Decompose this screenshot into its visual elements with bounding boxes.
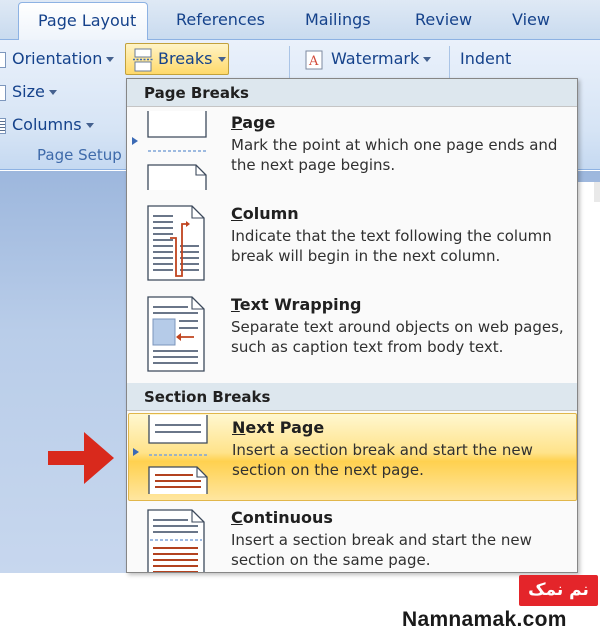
orientation-button[interactable]: Orientation	[0, 49, 115, 68]
menu-item-next-page-section-break[interactable]: Next Page Insert a section break and sta…	[128, 413, 577, 501]
orientation-label: Orientation	[12, 49, 103, 68]
breaks-icon	[133, 48, 153, 72]
menu-item-title: Text Wrapping	[231, 295, 362, 314]
columns-icon	[0, 117, 6, 134]
annotation-arrow-icon	[48, 432, 114, 484]
text-wrapping-icon	[147, 296, 205, 372]
tab-references[interactable]: References	[176, 0, 265, 40]
columns-button[interactable]: Columns	[0, 115, 94, 134]
breaks-dropdown-menu: Page Breaks Page Mark the point at which…	[126, 78, 578, 573]
menu-item-description: Mark the point at which one page ends an…	[231, 136, 558, 174]
page-break-icon	[147, 111, 207, 190]
menu-item-description: Insert a section break and start the new…	[232, 441, 533, 479]
chevron-down-icon	[48, 90, 57, 95]
watermark-button[interactable]: A Watermark	[305, 49, 432, 70]
menu-item-description: Separate text around objects on web page…	[231, 318, 564, 356]
ribbon-group-label: Page Setup	[37, 146, 122, 164]
ruler-marker	[594, 182, 600, 202]
menu-item-title: Page	[231, 113, 276, 132]
chevron-down-icon	[218, 57, 226, 62]
menu-item-title: Continuous	[231, 508, 333, 527]
document-page[interactable]	[575, 182, 600, 573]
tab-view[interactable]: View	[512, 0, 550, 40]
size-button[interactable]: Size	[0, 82, 57, 101]
menu-item-title: Column	[231, 204, 299, 223]
chevron-down-icon	[106, 57, 115, 62]
menu-item-column-break[interactable]: Column Indicate that the text following …	[128, 200, 577, 288]
menu-item-description: Insert a section break and start the new…	[231, 531, 532, 569]
svg-text:A: A	[308, 54, 319, 69]
orientation-icon	[0, 51, 6, 68]
tab-mailings[interactable]: Mailings	[305, 0, 371, 40]
menu-item-continuous-section-break[interactable]: Continuous Insert a section break and st…	[128, 504, 577, 572]
menu-item-page-break[interactable]: Page Mark the point at which one page en…	[128, 109, 577, 197]
size-label: Size	[12, 82, 45, 101]
section-breaks-header: Section Breaks	[127, 383, 577, 411]
next-page-break-icon	[148, 415, 208, 494]
page-breaks-header: Page Breaks	[127, 79, 577, 107]
brand-site-name: Namnamak.com	[402, 608, 567, 631]
watermark-label: Watermark	[331, 49, 420, 68]
pointer-icon	[133, 448, 139, 456]
size-icon	[0, 84, 6, 101]
tab-review[interactable]: Review	[415, 0, 472, 40]
breaks-label: Breaks	[158, 49, 213, 68]
pointer-icon	[132, 137, 138, 145]
chevron-down-icon	[85, 123, 94, 128]
ribbon-tab-bar: Page Layout References Mailings Review V…	[0, 0, 600, 41]
column-break-icon	[147, 205, 205, 281]
watermark-icon: A	[305, 50, 323, 69]
menu-item-description: Indicate that the text following the col…	[231, 227, 552, 265]
columns-label: Columns	[12, 115, 82, 134]
continuous-break-icon	[147, 509, 205, 572]
tab-page-layout[interactable]: Page Layout	[18, 2, 148, 41]
menu-item-title: Next Page	[232, 418, 325, 437]
menu-item-text-wrapping-break[interactable]: Text Wrapping Separate text around objec…	[128, 291, 577, 379]
indent-label: Indent	[460, 49, 512, 68]
brand-logo-badge: نم نمک	[519, 575, 598, 606]
chevron-down-icon	[423, 57, 432, 62]
breaks-button[interactable]: Breaks	[125, 43, 229, 75]
